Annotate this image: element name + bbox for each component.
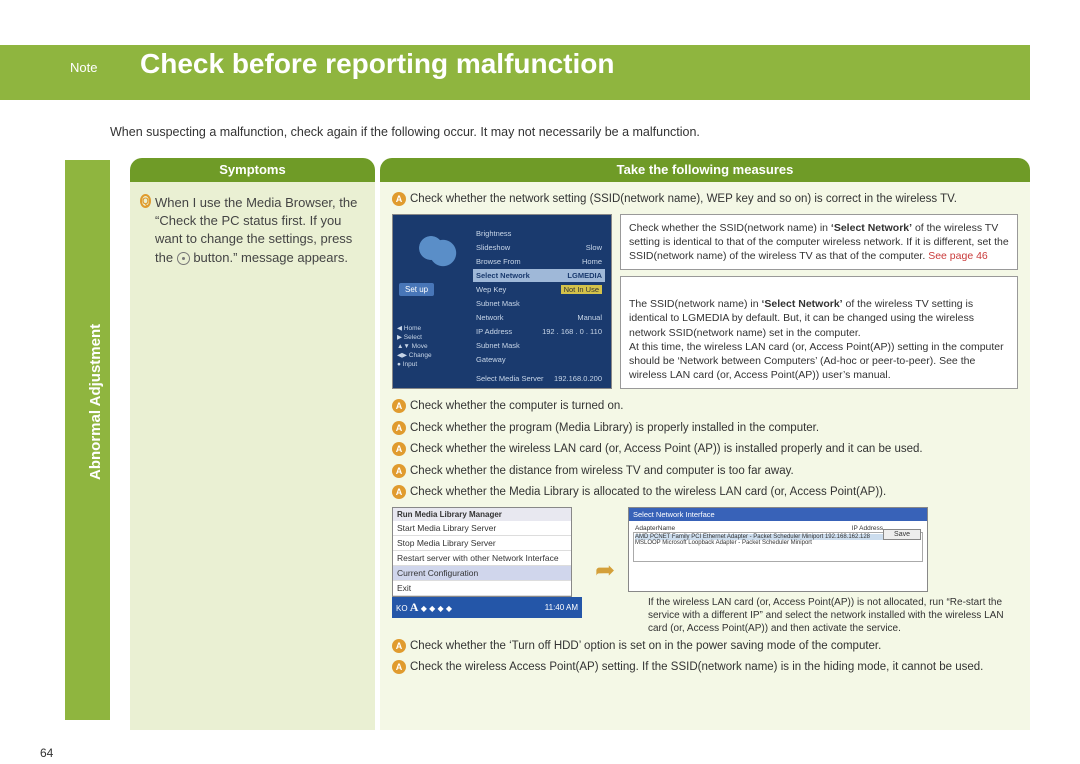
- lang: KO: [396, 604, 408, 613]
- save-button[interactable]: Save: [883, 529, 921, 540]
- symptom-line2: button.” message appears.: [190, 250, 348, 265]
- symptom-text: When I use the Media Browser, the “Check…: [155, 194, 365, 267]
- m7: Check whether the ‘Turn off HDD’ option …: [410, 639, 1018, 655]
- measure-1: A Check whether the network setting (SSI…: [392, 192, 1018, 208]
- tv-item: SlideshowSlow: [473, 241, 605, 254]
- tv-item-selected: Select NetworkLGMEDIA: [473, 269, 605, 282]
- small-note: If the wireless LAN card (or, Access Poi…: [648, 596, 1018, 635]
- a-bullet: A: [392, 399, 406, 413]
- dialog: Select Network Interface AdapterName IP A…: [628, 507, 928, 592]
- notes-col: Check whether the SSID(network name) in …: [620, 214, 1018, 396]
- tv-item: Wep KeyNot In Use: [473, 283, 605, 296]
- note-2: The SSID(network name) in ‘Select Networ…: [620, 276, 1018, 389]
- dialog-col: Select Network Interface AdapterName IP A…: [628, 507, 1018, 635]
- measure-3: A Check whether the program (Media Librar…: [392, 421, 1018, 437]
- button-icon: [177, 252, 190, 265]
- measure-2: A Check whether the computer is turned on…: [392, 399, 1018, 415]
- a-bullet: A: [392, 464, 406, 478]
- a-bullet: A: [392, 660, 406, 674]
- gear-icon: [401, 223, 461, 273]
- tv-item: Subnet Mask: [473, 297, 605, 310]
- ctx-item-selected[interactable]: Current Configuration: [393, 566, 571, 581]
- a-bullet: A: [392, 442, 406, 456]
- intro-text: When suspecting a malfunction, check aga…: [110, 125, 700, 139]
- see-page-link: See page 46: [928, 250, 988, 262]
- ctx-item[interactable]: Exit: [393, 581, 571, 596]
- col1: AdapterName: [635, 525, 675, 532]
- context-menu[interactable]: Run Media Library Manager Start Media Li…: [392, 507, 572, 597]
- tv-screenshot: Set up Brightness SlideshowSlow Browse F…: [392, 214, 612, 389]
- arrow-icon: ➦: [590, 556, 620, 586]
- ctx-item[interactable]: Start Media Library Server: [393, 521, 571, 536]
- ctx-item[interactable]: Restart server with other Network Interf…: [393, 551, 571, 566]
- m2: Check whether the computer is turned on.: [410, 399, 1018, 415]
- ctx-item[interactable]: Stop Media Library Server: [393, 536, 571, 551]
- tv-item: Gateway: [473, 353, 605, 366]
- dlg-list[interactable]: AMD PCNET Family PCI Ethernet Adapter - …: [633, 532, 923, 562]
- measure-5: A Check whether the distance from wireles…: [392, 464, 1018, 480]
- page-number: 64: [40, 746, 53, 760]
- measures-body: A Check whether the network setting (SSI…: [380, 182, 1030, 730]
- m5: Check whether the distance from wireless…: [410, 464, 1018, 480]
- dlg-body: AdapterName IP Address AMD PCNET Family P…: [629, 521, 927, 591]
- tv-item: Brightness: [473, 227, 605, 240]
- a-bullet: A: [392, 485, 406, 499]
- measure-6: A Check whether the Media Library is allo…: [392, 485, 1018, 501]
- tv-item: Subnet Mask: [473, 339, 605, 352]
- tv-item: NetworkManual: [473, 311, 605, 324]
- note-1: Check whether the SSID(network name) in …: [620, 214, 1018, 271]
- col2: IP Address: [852, 525, 883, 532]
- tray-icons: ◆ ◆ ◆ ◆: [421, 604, 452, 613]
- context-and-dialog: Run Media Library Manager Start Media Li…: [392, 507, 1018, 635]
- m3: Check whether the program (Media Library…: [410, 421, 1018, 437]
- m1-text: Check whether the network setting (SSID(…: [410, 192, 1018, 208]
- tv-and-notes: Set up Brightness SlideshowSlow Browse F…: [392, 214, 1018, 396]
- a-bullet: A: [392, 639, 406, 653]
- taskbar: KO A ◆ ◆ ◆ ◆ 11:40 AM: [392, 597, 582, 618]
- symptoms-header: Symptoms: [130, 158, 375, 182]
- clock: 11:40 AM: [545, 603, 578, 612]
- list-row[interactable]: MSLOOP Microsoft Loopback Adapter - Pack…: [635, 540, 921, 546]
- a-icon: A: [410, 600, 419, 614]
- context-col: Run Media Library Manager Start Media Li…: [392, 507, 582, 618]
- measure-7: A Check whether the ‘Turn off HDD’ option…: [392, 639, 1018, 655]
- tv-item: Select Media Server192.168.0.200: [473, 372, 605, 385]
- symptoms-body: Q When I use the Media Browser, the “Che…: [130, 182, 375, 730]
- measures-header: Take the following measures: [380, 158, 1030, 182]
- dlg-title: Select Network Interface: [629, 508, 927, 521]
- q-bullet: Q: [140, 194, 151, 208]
- sidebar-label: Abnormal Adjustment: [87, 280, 104, 480]
- m4: Check whether the wireless LAN card (or,…: [410, 442, 1018, 458]
- m8: Check the wireless Access Point(AP) sett…: [410, 660, 1018, 676]
- note-label: Note: [70, 60, 97, 75]
- tv-nav: ◀ Home ▶ Select ▲▼ Move ◀▶ Change ● Inpu…: [397, 324, 432, 369]
- m6: Check whether the Media Library is alloc…: [410, 485, 1018, 501]
- page-title: Check before reporting malfunction: [140, 48, 615, 80]
- ctx-head: Run Media Library Manager: [393, 508, 571, 521]
- tv-menu: Brightness SlideshowSlow Browse FromHome…: [473, 227, 605, 386]
- tv-item: IP Address192 . 168 . 0 . 110: [473, 325, 605, 338]
- a-bullet: A: [392, 192, 406, 206]
- a-bullet: A: [392, 421, 406, 435]
- measure-4: A Check whether the wireless LAN card (or…: [392, 442, 1018, 458]
- setup-label: Set up: [399, 283, 434, 296]
- measure-8: A Check the wireless Access Point(AP) set…: [392, 660, 1018, 676]
- tv-item: Browse FromHome: [473, 255, 605, 268]
